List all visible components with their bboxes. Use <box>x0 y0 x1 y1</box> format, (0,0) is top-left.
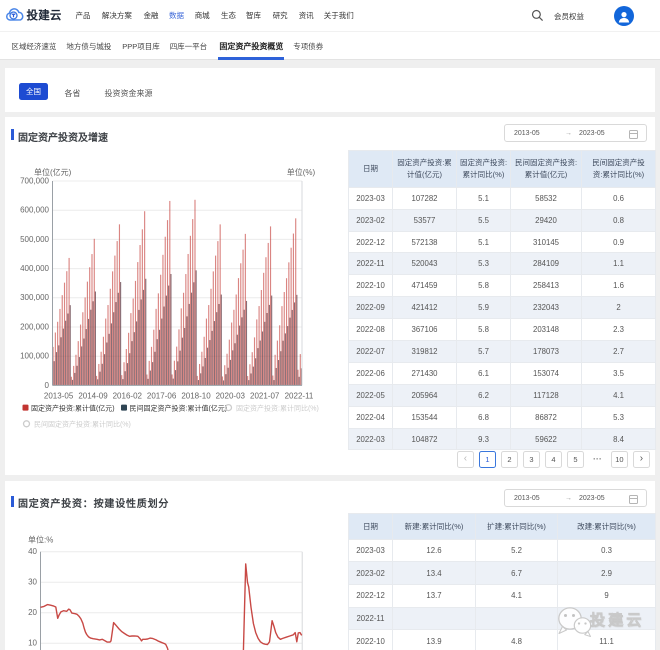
svg-text:500,000: 500,000 <box>20 235 49 244</box>
svg-text:2016-02: 2016-02 <box>113 392 143 401</box>
svg-text:30: 30 <box>28 578 37 587</box>
svg-text:单位:%: 单位:% <box>28 535 53 545</box>
svg-text:100,000: 100,000 <box>20 352 49 361</box>
svg-text:600,000: 600,000 <box>20 206 49 215</box>
svg-text:300,000: 300,000 <box>20 293 49 302</box>
svg-text:民间固定资产投资:累计同比(%): 民间固定资产投资:累计同比(%) <box>34 420 131 428</box>
svg-text:2013-05: 2013-05 <box>44 392 74 401</box>
svg-text:10: 10 <box>28 639 37 648</box>
svg-text:0: 0 <box>45 381 50 390</box>
svg-text:固定资产投资:累计同比(%): 固定资产投资:累计同比(%) <box>236 403 319 412</box>
svg-text:200,000: 200,000 <box>20 322 49 331</box>
svg-text:2017-06: 2017-06 <box>147 392 177 401</box>
svg-text:2021-07: 2021-07 <box>250 392 280 401</box>
svg-text:40: 40 <box>28 547 37 556</box>
svg-text:700,000: 700,000 <box>20 176 49 185</box>
svg-text:固定资产投资:累计值(亿元): 固定资产投资:累计值(亿元) <box>31 403 115 412</box>
svg-text:2018-10: 2018-10 <box>181 392 211 401</box>
svg-text:2022-11: 2022-11 <box>285 392 314 401</box>
svg-text:2014-09: 2014-09 <box>78 392 108 401</box>
svg-text:2020-03: 2020-03 <box>216 392 246 401</box>
svg-text:400,000: 400,000 <box>20 264 49 273</box>
svg-text:民间固定资产投资:累计值(亿元): 民间固定资产投资:累计值(亿元) <box>130 403 228 412</box>
svg-text:20: 20 <box>28 608 37 617</box>
svg-text:单位(%): 单位(%) <box>287 167 316 177</box>
